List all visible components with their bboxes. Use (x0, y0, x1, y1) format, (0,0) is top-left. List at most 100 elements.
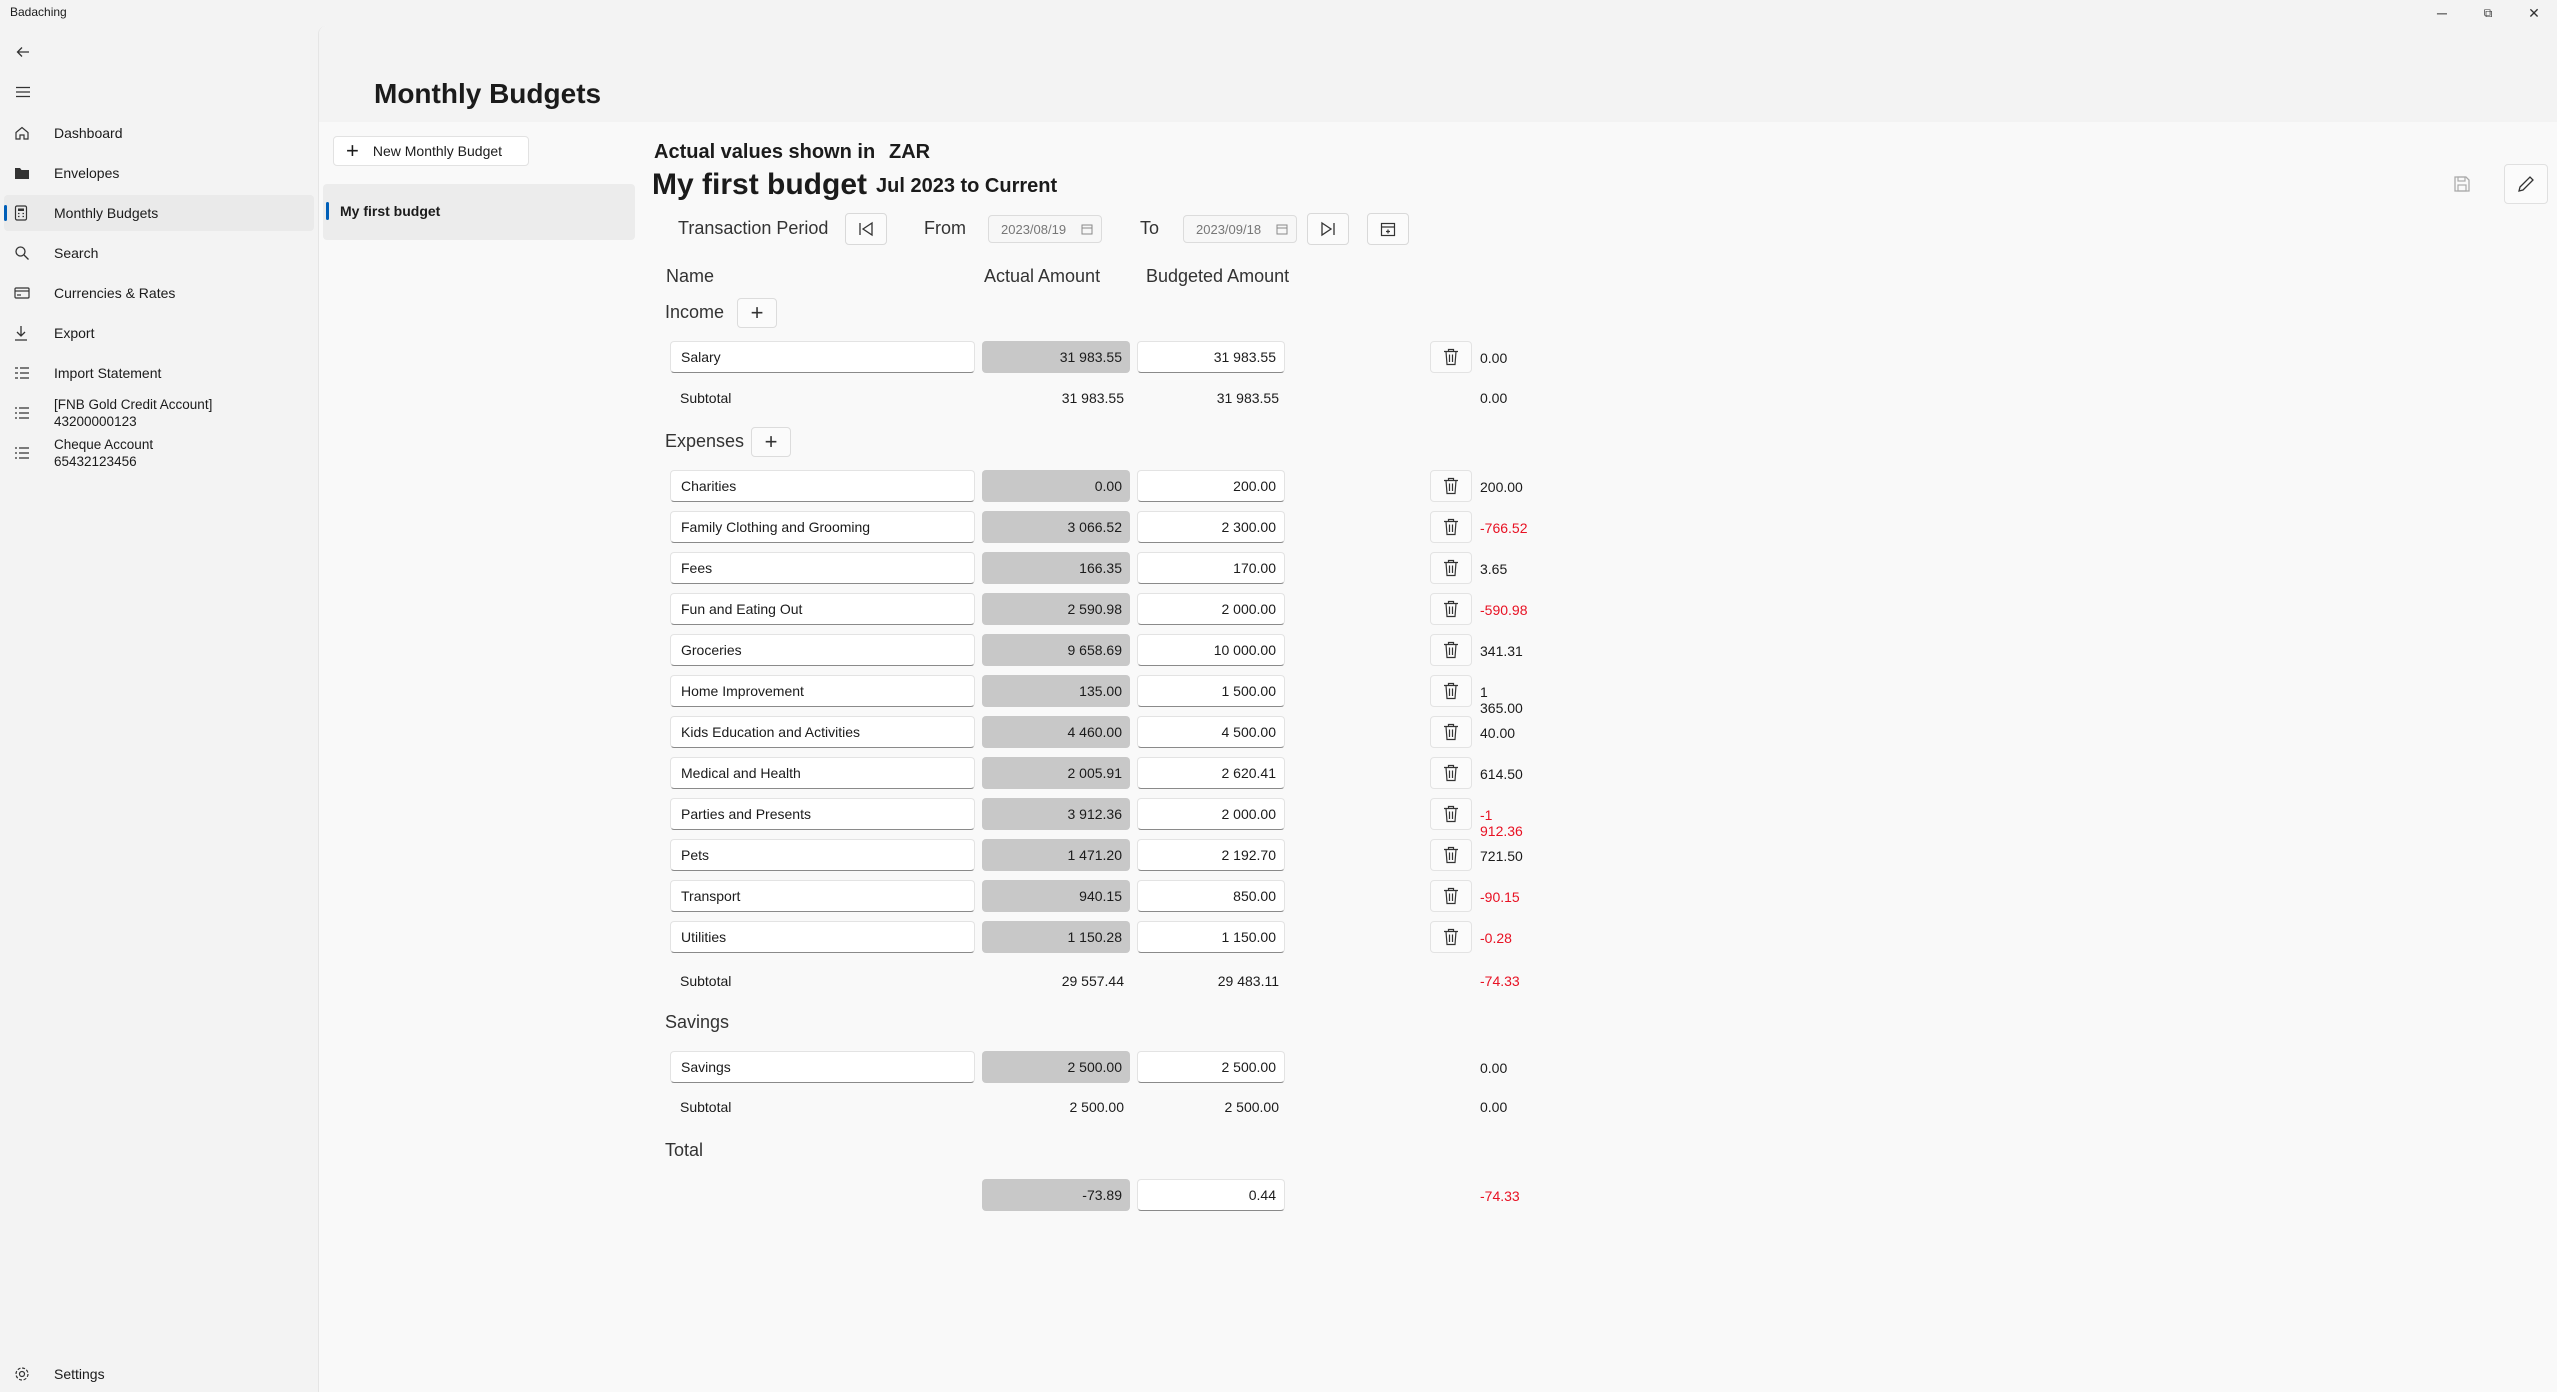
line-name-field[interactable]: Fun and Eating Out (670, 593, 975, 625)
budgeted-amount-field[interactable]: 10 000.00 (1137, 634, 1285, 666)
next-period-button[interactable] (1307, 213, 1349, 245)
line-name-field[interactable]: Transport (670, 880, 975, 912)
budget-row: Fun and Eating Out 2 590.98 2 000.00 -590.9… (334, 593, 1534, 627)
maximize-button[interactable]: ⧉ (2465, 0, 2511, 26)
subtotal-actual: 2 500.00 (1069, 1099, 1125, 1115)
budgeted-amount-field[interactable]: 31 983.55 (1137, 341, 1285, 373)
delete-button[interactable] (1430, 634, 1472, 666)
difference-value: 721.50 (1480, 848, 1523, 864)
budgeted-amount-field[interactable]: 2 000.00 (1137, 593, 1285, 625)
budgeted-amount-field[interactable]: 850.00 (1137, 880, 1285, 912)
budgeted-amount-field[interactable]: 2 620.41 (1137, 757, 1285, 789)
add-expense-button[interactable]: + (751, 427, 791, 457)
currency-code: ZAR (889, 141, 931, 163)
budget-row: Charities 0.00 200.00 200.00 (334, 470, 1534, 504)
budgeted-amount-field[interactable]: 1 500.00 (1137, 675, 1285, 707)
nav-item-dashboard[interactable]: Dashboard (4, 115, 314, 151)
delete-button[interactable] (1430, 511, 1472, 543)
nav-item-import-statement[interactable]: Import Statement (4, 355, 314, 391)
from-date-picker[interactable]: 2023/08/19 (988, 215, 1102, 243)
line-name-field[interactable]: Charities (670, 470, 975, 502)
budgeted-amount-field[interactable]: 200.00 (1137, 470, 1285, 502)
budget-row: Savings 2 500.00 2 500.00 0.00 (334, 1051, 1534, 1085)
calendar-today-icon (1380, 222, 1396, 237)
budgeted-amount-field[interactable]: 2 300.00 (1137, 511, 1285, 543)
folder-icon (14, 166, 36, 180)
line-name-field[interactable]: Medical and Health (670, 757, 975, 789)
delete-button[interactable] (1430, 552, 1472, 584)
line-name-field[interactable]: Family Clothing and Grooming (670, 511, 975, 543)
minimize-button[interactable]: ─ (2419, 0, 2465, 26)
savings-section-label: Savings (665, 1012, 730, 1032)
nav-item-label: Envelopes (54, 165, 120, 181)
line-name-field[interactable]: Kids Education and Activities (670, 716, 975, 748)
delete-button[interactable] (1430, 341, 1472, 373)
budgeted-amount-field[interactable]: 4 500.00 (1137, 716, 1285, 748)
difference-value: 341.31 (1480, 643, 1523, 659)
expenses-subtotal-row: Subtotal 29 557.44 29 483.11 -74.33 (334, 964, 1534, 998)
account-list-icon (14, 406, 36, 420)
account-name: [FNB Gold Credit Account] (54, 397, 213, 412)
nav-item-envelopes[interactable]: Envelopes (4, 155, 314, 191)
delete-button[interactable] (1430, 757, 1472, 789)
trash-icon (1444, 559, 1458, 577)
line-name-field[interactable]: Groceries (670, 634, 975, 666)
download-icon (14, 325, 36, 341)
difference-value: 200.00 (1480, 479, 1523, 495)
actual-amount-field: 1 150.28 (982, 921, 1130, 953)
subtotal-budgeted: 29 483.11 (1217, 973, 1279, 989)
menu-toggle-button[interactable] (6, 75, 40, 109)
line-name-field[interactable]: Home Improvement (670, 675, 975, 707)
budgeted-amount-field[interactable]: 170.00 (1137, 552, 1285, 584)
delete-button[interactable] (1430, 470, 1472, 502)
nav-item-settings[interactable]: Settings (4, 1356, 314, 1392)
close-button[interactable]: ✕ (2511, 0, 2557, 26)
line-name-field[interactable]: Parties and Presents (670, 798, 975, 830)
nav-item-export[interactable]: Export (4, 315, 314, 351)
budgeted-amount-field[interactable]: 2 500.00 (1137, 1051, 1285, 1083)
edit-button[interactable] (2504, 164, 2548, 204)
budgeted-amount-field[interactable]: 2 000.00 (1137, 798, 1285, 830)
delete-button[interactable] (1430, 921, 1472, 953)
budget-row: Groceries 9 658.69 10 000.00 341.31 (334, 634, 1534, 668)
nav-item-account-fnb-gold[interactable]: [FNB Gold Credit Account] 43200000123 (4, 393, 314, 433)
nav-item-label: Dashboard (54, 125, 123, 141)
transaction-period-label: Transaction Period (678, 218, 829, 238)
add-income-button[interactable]: + (737, 298, 777, 328)
budgeted-amount-field[interactable]: 2 192.70 (1137, 839, 1285, 871)
budget-detail: Actual values shown in ZAR My first budg… (334, 96, 2548, 1366)
nav-item-currencies-rates[interactable]: Currencies & Rates (4, 275, 314, 311)
line-name-field[interactable]: Pets (670, 839, 975, 871)
nav-item-label: Export (54, 325, 95, 341)
current-period-button[interactable] (1367, 213, 1409, 245)
actual-amount-field: 0.00 (982, 470, 1130, 502)
nav-item-monthly-budgets[interactable]: Monthly Budgets (4, 195, 314, 231)
delete-button[interactable] (1430, 839, 1472, 871)
delete-button[interactable] (1430, 675, 1472, 707)
nav-item-search[interactable]: Search (4, 235, 314, 271)
back-button[interactable] (6, 35, 40, 69)
delete-button[interactable] (1430, 798, 1472, 830)
actual-amount-field: 31 983.55 (982, 341, 1130, 373)
line-name-field[interactable]: Savings (670, 1051, 975, 1083)
total-row: -73.89 0.44 -74.33 (334, 1179, 1534, 1213)
trash-icon (1444, 805, 1458, 823)
line-name-field[interactable]: Utilities (670, 921, 975, 953)
delete-button[interactable] (1430, 593, 1472, 625)
from-date-value: 2023/08/19 (1001, 221, 1067, 237)
difference-value: 3.65 (1480, 561, 1508, 577)
close-icon: ✕ (2528, 4, 2540, 21)
delete-button[interactable] (1430, 716, 1472, 748)
to-date-picker[interactable]: 2023/09/18 (1183, 215, 1297, 243)
savings-subtotal-row: Subtotal 2 500.00 2 500.00 0.00 (334, 1090, 1534, 1124)
save-button[interactable] (2440, 164, 2484, 204)
previous-period-button[interactable] (845, 213, 887, 245)
subtotal-difference: 0.00 (1480, 1099, 1508, 1115)
line-name-field[interactable]: Fees (670, 552, 975, 584)
delete-button[interactable] (1430, 880, 1472, 912)
nav-item-account-cheque[interactable]: Cheque Account 65432123456 (4, 433, 314, 473)
column-header-budgeted: Budgeted Amount (1146, 266, 1290, 286)
budgeted-amount-field[interactable]: 1 150.00 (1137, 921, 1285, 953)
trash-icon (1444, 518, 1458, 536)
line-name-field[interactable]: Salary (670, 341, 975, 373)
